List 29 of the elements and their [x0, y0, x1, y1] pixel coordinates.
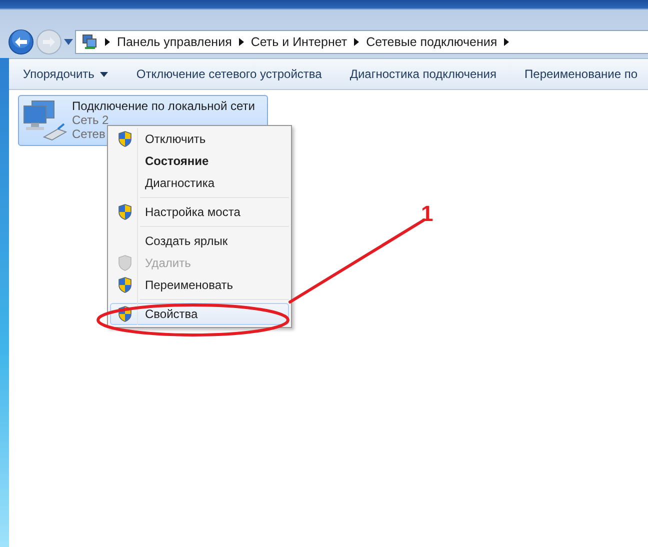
shield-icon: [118, 306, 132, 322]
menu-item[interactable]: Состояние: [110, 150, 289, 172]
menu-item[interactable]: Переименовать: [110, 274, 289, 296]
connection-detail: Сетев: [72, 127, 106, 141]
breadcrumb[interactable]: Панель управления: [117, 32, 232, 52]
toolbar-button[interactable]: Переименование по: [510, 59, 648, 89]
toolbar-button[interactable]: Упорядочить: [9, 59, 122, 89]
connection-name: Подключение по локальной сети: [72, 99, 255, 113]
chevron-icon: [105, 38, 110, 46]
address-bar[interactable]: Панель управления Сеть и Интернет Сетевые подключения: [75, 30, 648, 54]
chevron-icon: [354, 38, 360, 46]
shield-icon: [118, 204, 132, 220]
network-adapter-icon: [22, 99, 70, 143]
chevron-icon: [504, 38, 510, 46]
shield-icon: [118, 131, 132, 147]
network-icon: [82, 34, 98, 50]
menu-item[interactable]: Диагностика: [110, 172, 289, 194]
toolbar-button[interactable]: Отключение сетевого устройства: [122, 59, 336, 89]
breadcrumb[interactable]: Сеть и Интернет: [250, 32, 348, 52]
back-button[interactable]: [8, 29, 34, 55]
breadcrumb[interactable]: Сетевые подключения: [366, 32, 498, 52]
toolbar-button[interactable]: Диагностика подключения: [336, 59, 511, 89]
shield-icon: [118, 277, 132, 293]
dropdown-icon[interactable]: [64, 39, 73, 45]
network-name: Сеть 2: [72, 113, 109, 127]
chevron-icon: [238, 38, 244, 46]
shield-icon: [118, 255, 132, 271]
menu-item[interactable]: Настройка моста: [110, 201, 289, 223]
menu-item[interactable]: Создать ярлык: [110, 230, 289, 252]
